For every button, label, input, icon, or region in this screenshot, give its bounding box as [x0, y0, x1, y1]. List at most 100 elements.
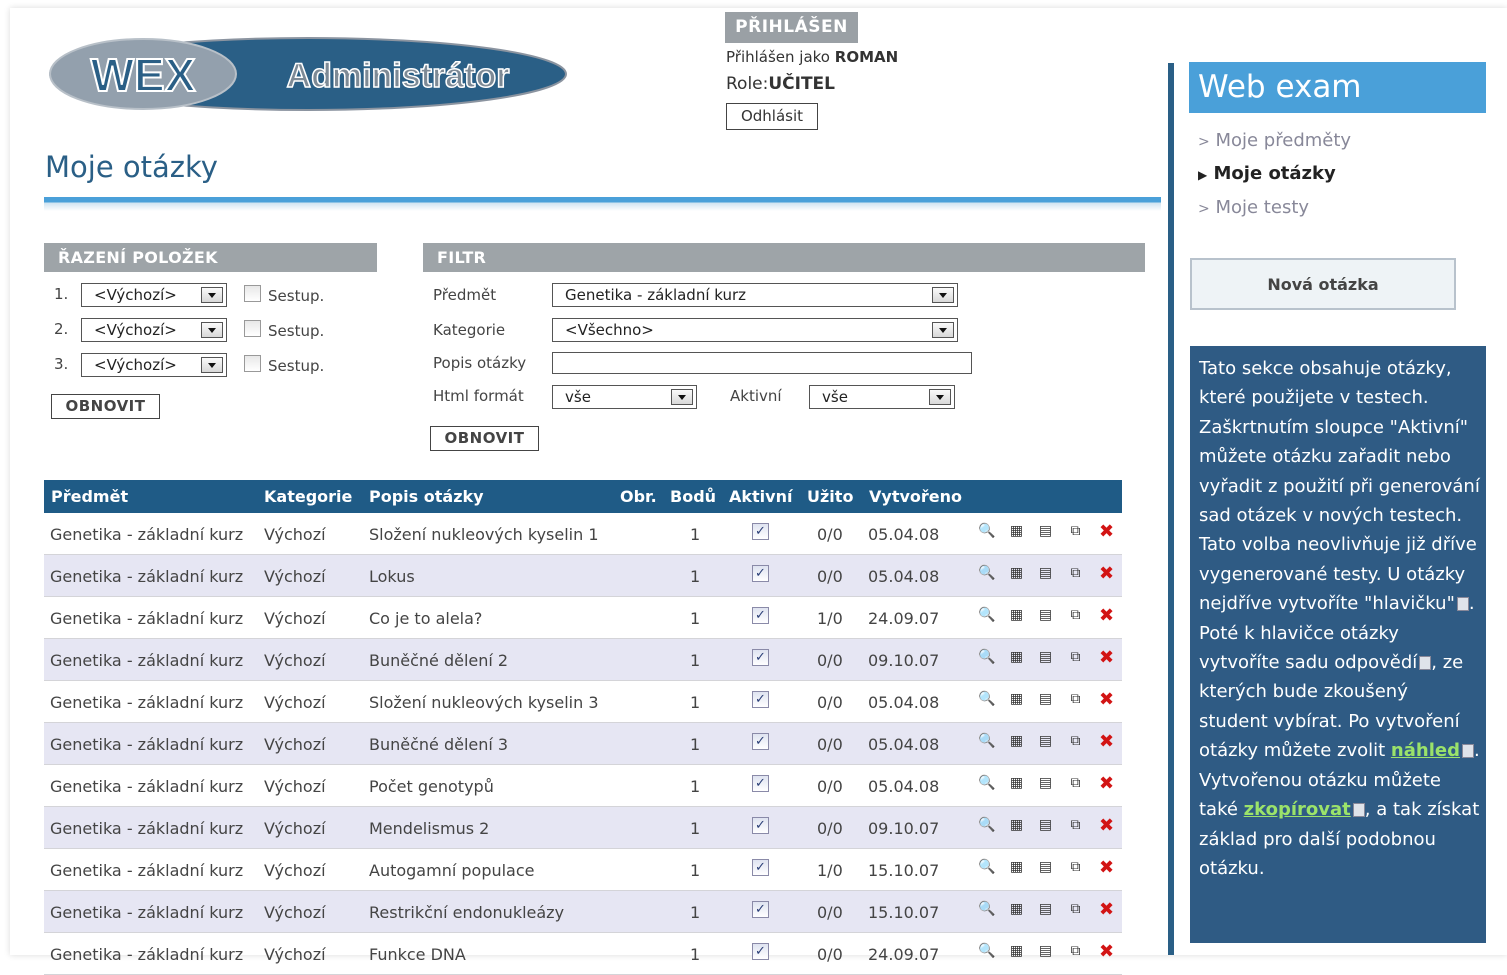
sidebar-item-tests[interactable]: > Moje testy — [1198, 197, 1309, 218]
answers-icon[interactable]: ▤ — [1037, 817, 1054, 834]
answers-icon[interactable]: ▤ — [1037, 775, 1054, 792]
answers-icon[interactable]: ▤ — [1037, 901, 1054, 918]
sort-desc-checkbox-1[interactable] — [244, 285, 261, 302]
preview-icon[interactable]: 🔍 — [978, 649, 995, 666]
delete-icon[interactable]: ✖ — [1098, 859, 1115, 877]
copy-icon[interactable]: ⧉ — [1067, 565, 1084, 582]
delete-icon[interactable]: ✖ — [1098, 733, 1115, 751]
sort-select-1[interactable]: <Výchozí> — [81, 283, 227, 307]
active-checkbox[interactable]: ✓ — [752, 859, 769, 876]
preview-icon[interactable]: 🔍 — [978, 607, 995, 624]
answers-icon[interactable]: ▤ — [1037, 943, 1054, 960]
sort-desc-checkbox-3[interactable] — [244, 355, 261, 372]
filter-subject-select[interactable]: Genetika - základní kurz — [552, 283, 958, 307]
answers-icon[interactable]: ▤ — [1037, 565, 1054, 582]
sidebar-item-questions[interactable]: ▶ Moje otázky — [1198, 163, 1336, 184]
col-description[interactable]: Popis otázky — [369, 487, 484, 506]
header-edit-icon[interactable]: ▦ — [1008, 901, 1025, 918]
header-edit-icon[interactable]: ▦ — [1008, 523, 1025, 540]
chevron-down-icon[interactable] — [201, 287, 223, 303]
copy-icon[interactable]: ⧉ — [1067, 607, 1084, 624]
delete-icon[interactable]: ✖ — [1098, 523, 1115, 541]
sort-select-3[interactable]: <Výchozí> — [81, 353, 227, 377]
copy-icon[interactable]: ⧉ — [1067, 817, 1084, 834]
delete-icon[interactable]: ✖ — [1098, 775, 1115, 793]
preview-icon[interactable]: 🔍 — [978, 775, 995, 792]
sort-select-2[interactable]: <Výchozí> — [81, 318, 227, 342]
copy-icon[interactable]: ⧉ — [1067, 859, 1084, 876]
chevron-down-icon[interactable] — [201, 322, 223, 338]
copy-icon[interactable]: ⧉ — [1067, 649, 1084, 666]
col-active[interactable]: Aktivní — [729, 487, 792, 506]
col-points[interactable]: Bodů — [670, 487, 716, 506]
col-image[interactable]: Obr. — [620, 487, 657, 506]
preview-icon[interactable]: 🔍 — [978, 565, 995, 582]
chevron-down-icon[interactable] — [932, 287, 954, 303]
filter-active-select[interactable]: vše — [809, 385, 955, 409]
active-checkbox[interactable]: ✓ — [752, 691, 769, 708]
preview-link[interactable]: náhled — [1391, 740, 1460, 761]
answers-icon[interactable]: ▤ — [1037, 859, 1054, 876]
header-edit-icon[interactable]: ▦ — [1008, 607, 1025, 624]
answers-icon[interactable]: ▤ — [1037, 523, 1054, 540]
copy-icon[interactable]: ⧉ — [1067, 691, 1084, 708]
delete-icon[interactable]: ✖ — [1098, 607, 1115, 625]
active-checkbox[interactable]: ✓ — [752, 523, 769, 540]
delete-icon[interactable]: ✖ — [1098, 901, 1115, 919]
filter-desc-input[interactable] — [552, 352, 972, 374]
chevron-down-icon[interactable] — [932, 322, 954, 338]
active-checkbox[interactable]: ✓ — [752, 817, 769, 834]
active-checkbox[interactable]: ✓ — [752, 901, 769, 918]
logout-button[interactable]: Odhlásit — [726, 103, 818, 130]
copy-icon[interactable]: ⧉ — [1067, 943, 1084, 960]
header-edit-icon[interactable]: ▦ — [1008, 817, 1025, 834]
copy-link[interactable]: zkopírovat — [1244, 799, 1351, 820]
answers-icon[interactable]: ▤ — [1037, 691, 1054, 708]
header-edit-icon[interactable]: ▦ — [1008, 859, 1025, 876]
copy-icon[interactable]: ⧉ — [1067, 733, 1084, 750]
new-question-button[interactable]: Nová otázka — [1190, 258, 1456, 310]
delete-icon[interactable]: ✖ — [1098, 649, 1115, 667]
header-edit-icon[interactable]: ▦ — [1008, 733, 1025, 750]
col-category[interactable]: Kategorie — [264, 487, 352, 506]
answers-icon[interactable]: ▤ — [1037, 607, 1054, 624]
active-checkbox[interactable]: ✓ — [752, 607, 769, 624]
filter-category-select[interactable]: <Všechno> — [552, 318, 958, 342]
preview-icon[interactable]: 🔍 — [978, 523, 995, 540]
header-edit-icon[interactable]: ▦ — [1008, 775, 1025, 792]
active-checkbox[interactable]: ✓ — [752, 733, 769, 750]
preview-icon[interactable]: 🔍 — [978, 901, 995, 918]
preview-icon[interactable]: 🔍 — [978, 733, 995, 750]
chevron-down-icon[interactable] — [929, 389, 951, 405]
copy-icon[interactable]: ⧉ — [1067, 901, 1084, 918]
sort-refresh-button[interactable]: OBNOVIT — [51, 394, 160, 419]
delete-icon[interactable]: ✖ — [1098, 817, 1115, 835]
preview-icon[interactable]: 🔍 — [978, 691, 995, 708]
header-edit-icon[interactable]: ▦ — [1008, 943, 1025, 960]
delete-icon[interactable]: ✖ — [1098, 565, 1115, 583]
active-checkbox[interactable]: ✓ — [752, 943, 769, 960]
header-edit-icon[interactable]: ▦ — [1008, 691, 1025, 708]
copy-icon[interactable]: ⧉ — [1067, 523, 1084, 540]
active-checkbox[interactable]: ✓ — [752, 649, 769, 666]
preview-icon[interactable]: 🔍 — [978, 817, 995, 834]
col-used[interactable]: Užito — [807, 487, 853, 506]
delete-icon[interactable]: ✖ — [1098, 691, 1115, 709]
chevron-down-icon[interactable] — [671, 389, 693, 405]
filter-refresh-button[interactable]: OBNOVIT — [430, 426, 539, 451]
answers-icon[interactable]: ▤ — [1037, 733, 1054, 750]
answers-icon[interactable]: ▤ — [1037, 649, 1054, 666]
chevron-down-icon[interactable] — [201, 357, 223, 373]
active-checkbox[interactable]: ✓ — [752, 565, 769, 582]
sort-desc-checkbox-2[interactable] — [244, 320, 261, 337]
delete-icon[interactable]: ✖ — [1098, 943, 1115, 961]
col-created[interactable]: Vytvořeno — [869, 487, 962, 506]
preview-icon[interactable]: 🔍 — [978, 859, 995, 876]
header-edit-icon[interactable]: ▦ — [1008, 649, 1025, 666]
header-edit-icon[interactable]: ▦ — [1008, 565, 1025, 582]
preview-icon[interactable]: 🔍 — [978, 943, 995, 960]
col-subject[interactable]: Předmět — [51, 487, 128, 506]
filter-html-select[interactable]: vše — [552, 385, 697, 409]
copy-icon[interactable]: ⧉ — [1067, 775, 1084, 792]
sidebar-item-subjects[interactable]: > Moje předměty — [1198, 130, 1351, 151]
